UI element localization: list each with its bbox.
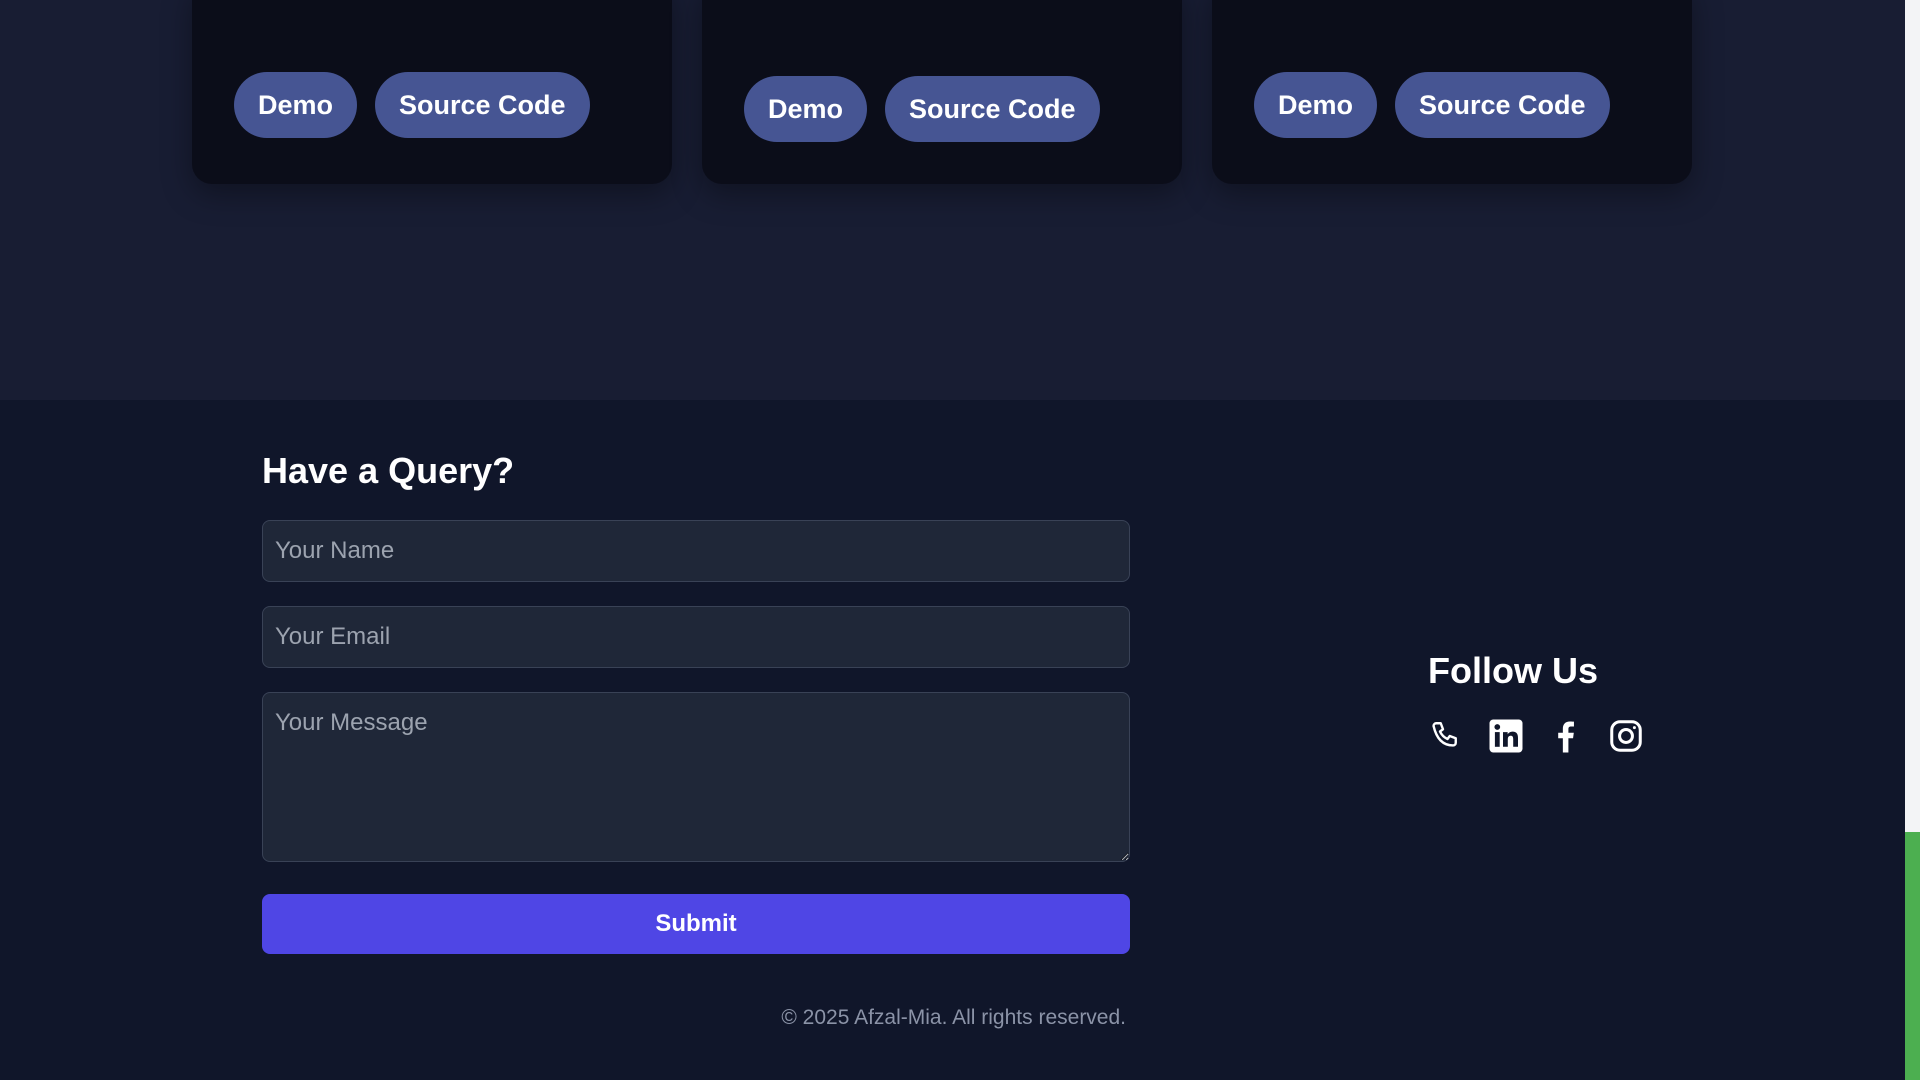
projects-section: Demo Source Code Demo Source Code Demo S… (0, 0, 1905, 400)
copyright-text: © 2025 Afzal-Mia. All rights reserved. (781, 1006, 1126, 1029)
name-input[interactable] (262, 520, 1130, 582)
scrollbar-thumb[interactable] (1905, 832, 1920, 1080)
demo-button[interactable]: Demo (744, 76, 868, 142)
facebook-icon[interactable] (1548, 718, 1584, 754)
source-code-button[interactable]: Source Code (885, 76, 1100, 142)
instagram-icon[interactable] (1608, 718, 1644, 754)
follow-us-title: Follow Us (1428, 650, 1598, 691)
message-textarea[interactable] (262, 692, 1130, 862)
source-code-button[interactable]: Source Code (375, 72, 590, 138)
project-card: Demo Source Code (1212, 0, 1692, 184)
project-card-actions: Demo Source Code (234, 72, 590, 138)
social-links (1428, 718, 1644, 754)
demo-button[interactable]: Demo (234, 72, 358, 138)
footer-section: Have a Query? Submit © 2025 Afzal-Mia. A… (0, 400, 1905, 1080)
project-card-actions: Demo Source Code (744, 76, 1100, 142)
demo-button[interactable]: Demo (1254, 72, 1378, 138)
submit-button[interactable]: Submit (262, 894, 1130, 954)
page-scrollbar[interactable] (1905, 0, 1920, 1080)
source-code-button[interactable]: Source Code (1395, 72, 1610, 138)
project-card: Demo Source Code (192, 0, 672, 184)
phone-icon[interactable] (1428, 718, 1464, 754)
linkedin-icon[interactable] (1488, 718, 1524, 754)
email-input[interactable] (262, 606, 1130, 668)
project-card: Demo Source Code (702, 0, 1182, 184)
contact-form-title: Have a Query? (262, 450, 515, 491)
project-card-actions: Demo Source Code (1254, 72, 1610, 138)
